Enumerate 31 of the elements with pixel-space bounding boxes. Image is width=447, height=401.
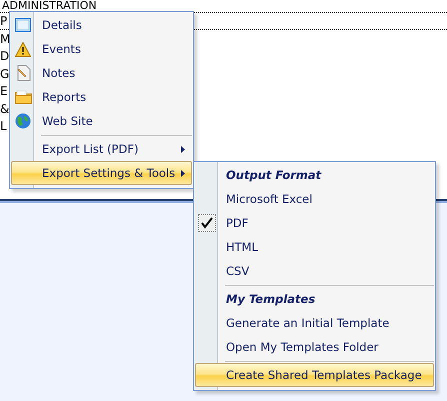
list-item[interactable]: M bbox=[0, 32, 10, 46]
globe-icon bbox=[15, 113, 31, 129]
menu-item[interactable]: Open My Templates Folder bbox=[195, 335, 434, 359]
menu-item[interactable]: Events bbox=[11, 37, 192, 61]
notepad-icon bbox=[16, 65, 30, 81]
list-header: ADMINISTRATION bbox=[1, 0, 97, 12]
menu-item[interactable]: Generate an Initial Template bbox=[195, 311, 434, 335]
menu-heading: Output Format bbox=[226, 168, 322, 182]
list-item[interactable]: E bbox=[0, 84, 8, 98]
list-item[interactable]: & bbox=[0, 102, 10, 116]
menu-item[interactable]: Create Shared Templates Package bbox=[195, 363, 434, 387]
menu-item[interactable]: CSV bbox=[195, 259, 434, 283]
menu-item[interactable]: HTML bbox=[195, 235, 434, 259]
list-item[interactable]: D bbox=[0, 49, 10, 64]
caret-icon bbox=[181, 170, 185, 176]
menu-item[interactable]: Web Site bbox=[11, 109, 192, 133]
menu-item[interactable]: PDF bbox=[195, 211, 434, 235]
list-item[interactable]: G bbox=[0, 66, 10, 81]
window-icon bbox=[15, 18, 31, 32]
menu-item[interactable]: Notes bbox=[11, 61, 192, 85]
menu-item[interactable]: Reports bbox=[11, 85, 192, 109]
menu-item[interactable]: Microsoft Excel bbox=[195, 187, 434, 211]
menu-item[interactable]: Details bbox=[11, 13, 192, 37]
menu-heading: My Templates bbox=[226, 292, 316, 306]
menu-item[interactable]: Export Settings & Tools bbox=[11, 161, 192, 185]
menu-item[interactable]: Export List (PDF) bbox=[11, 137, 192, 161]
folder-icon bbox=[14, 90, 32, 104]
caret-icon bbox=[181, 146, 185, 152]
list-item[interactable]: P bbox=[0, 14, 8, 28]
list-item[interactable]: L bbox=[0, 119, 7, 134]
warning-icon bbox=[15, 42, 31, 56]
